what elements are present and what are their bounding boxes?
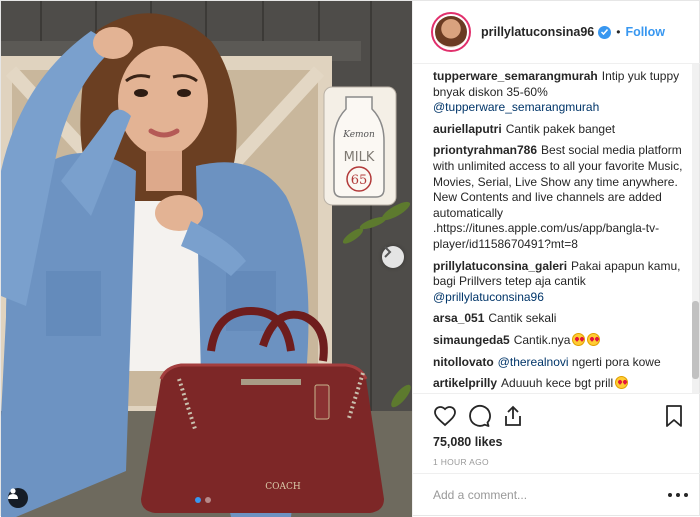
comment-mention-link[interactable]: @prillylatuconsina96 (433, 290, 544, 304)
comment-username[interactable]: simaungeda5 (433, 333, 510, 347)
comment-item: priontyrahman786 Best social media platfo… (433, 143, 686, 252)
post-side-panel: prillylatuconsina96 • Follow tupperware_… (412, 1, 700, 517)
comment-text: Cantik.nya (513, 332, 571, 347)
comment-bubble-icon[interactable] (467, 404, 491, 428)
bookmark-icon[interactable] (662, 404, 686, 428)
carousel-indicator (195, 497, 211, 503)
next-photo-button[interactable] (382, 246, 404, 268)
avatar[interactable] (431, 12, 471, 52)
chevron-right-icon (384, 246, 392, 258)
comment-item: nitollovato @therealnovi ngerti pora kowe (433, 355, 686, 371)
verified-badge-icon (598, 25, 612, 39)
comment-item: tupperware_semarangmurah Intip yuk tuppy … (433, 69, 686, 116)
heart-eyes-emoji-icon (587, 332, 601, 346)
comment-item: prillylatuconsina_galeri Pakai apapun kam… (433, 259, 686, 306)
comment-text: Best social media platform with unlimite… (433, 143, 683, 251)
comment-text: Aduuuh kece bgt prill (501, 376, 614, 391)
user-tags-button[interactable] (8, 488, 28, 508)
milk-sign: Kemon MILK 65 (323, 86, 397, 206)
heart-eyes-emoji-icon (572, 332, 586, 346)
comment-username[interactable]: priontyrahman786 (433, 143, 537, 157)
carousel-dot (205, 497, 211, 503)
comment-username[interactable]: arsa_051 (433, 311, 484, 325)
heart-eyes-emoji-icon (615, 376, 629, 390)
post-actions: 75,080 likes 1 HOUR AGO (413, 393, 700, 467)
comments-list: tupperware_semarangmurah Intip yuk tuppy … (413, 64, 700, 393)
comment-item: artikelprilly Aduuuh kece bgt prill (433, 376, 686, 392)
follow-button[interactable]: Follow (625, 25, 665, 39)
bag-brand-logo: COACH (265, 482, 301, 492)
milk-sign-brand: Kemon (342, 130, 375, 140)
comment-username[interactable]: nitollovato (433, 355, 494, 369)
comment-item: simaungeda5 Cantik.nya (433, 332, 686, 349)
heart-icon[interactable] (433, 404, 457, 428)
author-username[interactable]: prillylatuconsina96 (481, 25, 594, 39)
post-photo[interactable]: Kemon MILK 65 COACH (1, 1, 412, 517)
milk-sign-word: MILK (344, 150, 375, 165)
scrollbar-thumb[interactable] (692, 301, 699, 379)
likes-count[interactable]: 75,080 likes (433, 435, 686, 449)
carousel-dot (195, 497, 201, 503)
header-separator: • (616, 25, 621, 39)
comment-item: auriellaputri Cantik pakek banget (433, 122, 686, 138)
post-timestamp[interactable]: 1 HOUR AGO (433, 457, 686, 467)
comment-username[interactable]: artikelprilly (433, 376, 497, 390)
comment-username[interactable]: prillylatuconsina_galeri (433, 259, 567, 273)
add-comment-bar (413, 473, 700, 515)
post-header: prillylatuconsina96 • Follow (413, 1, 700, 64)
comment-text: ngerti pora kowe (571, 354, 661, 369)
photo-illustration: Kemon MILK 65 COACH (1, 1, 412, 517)
comment-text: Cantik pakek banget (505, 121, 616, 136)
instagram-post: Kemon MILK 65 COACH prillylatuconsina96 … (0, 0, 700, 517)
comment-username[interactable]: tupperware_semarangmurah (433, 69, 598, 83)
comment-text: Cantik sekali (488, 311, 557, 326)
user-tag-icon (8, 488, 18, 499)
milk-sign-number: 65 (351, 173, 368, 188)
comment-item: arsa_051 Cantik sekali (433, 311, 686, 327)
comment-mention-link[interactable]: @therealnovi (498, 355, 569, 369)
more-options-icon[interactable] (668, 488, 688, 502)
comment-username[interactable]: auriellaputri (433, 122, 502, 136)
share-icon[interactable] (501, 404, 525, 428)
comment-mention-link[interactable]: @tupperware_semarangmurah (433, 100, 599, 114)
comment-input[interactable] (433, 487, 668, 502)
